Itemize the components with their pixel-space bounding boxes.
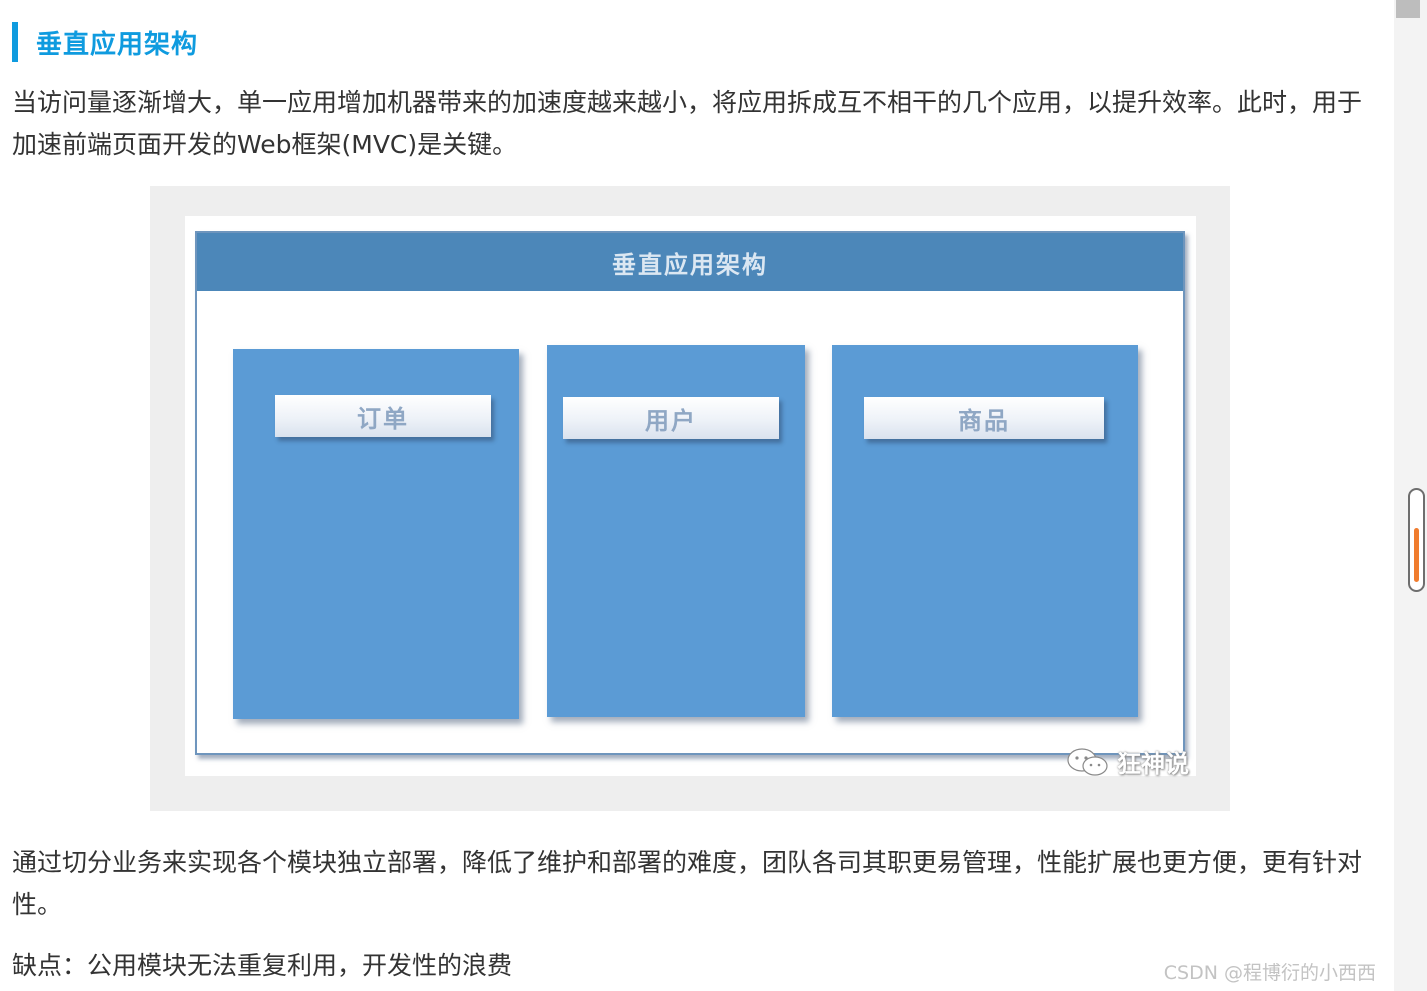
section-heading-text: 垂直应用架构: [36, 29, 199, 60]
wechat-icon: [1067, 747, 1108, 776]
module-user-label: 用户: [563, 397, 779, 439]
image-watermark-text: 狂神说: [1117, 750, 1189, 778]
scrollbar-top-segment[interactable]: [1396, 0, 1420, 18]
intro-paragraph: 当访问量逐渐增大，单一应用增加机器带来的加速度越来越小，将应用拆成互不相干的几个…: [12, 88, 1363, 159]
module-product: 商品: [832, 345, 1138, 717]
page: 垂直应用架构 当访问量逐渐增大，单一应用增加机器带来的加速度越来越小，将应用拆成…: [0, 0, 1427, 991]
module-product-label: 商品: [864, 397, 1104, 439]
article-content: 垂直应用架构 当访问量逐渐增大，单一应用增加机器带来的加速度越来越小，将应用拆成…: [0, 0, 1392, 991]
scrollbar-thumb[interactable]: [1408, 488, 1425, 592]
vertical-architecture-diagram: 垂直应用架构 订单 用户 商品: [195, 231, 1185, 755]
heading-accent-bar: [12, 22, 18, 62]
architecture-figure: 垂直应用架构 订单 用户 商品 狂神说: [150, 186, 1230, 811]
module-order: 订单: [233, 349, 519, 719]
section-heading: 垂直应用架构: [12, 22, 198, 62]
module-user: 用户: [547, 345, 805, 717]
module-order-label: 订单: [275, 395, 491, 437]
csdn-watermark: CSDN @程博衍的小西西: [1163, 962, 1376, 984]
scrollbar-thumb-indicator: [1414, 528, 1419, 582]
diagram-header: 垂直应用架构: [197, 233, 1183, 291]
figure-image: 垂直应用架构 订单 用户 商品 狂神说: [185, 216, 1196, 779]
image-watermark: 狂神说: [1065, 744, 1189, 779]
diagram-title: 垂直应用架构: [612, 250, 768, 279]
benefit-paragraph: 通过切分业务来实现各个模块独立部署，降低了维护和部署的难度，团队各司其职更易管理…: [12, 848, 1363, 919]
